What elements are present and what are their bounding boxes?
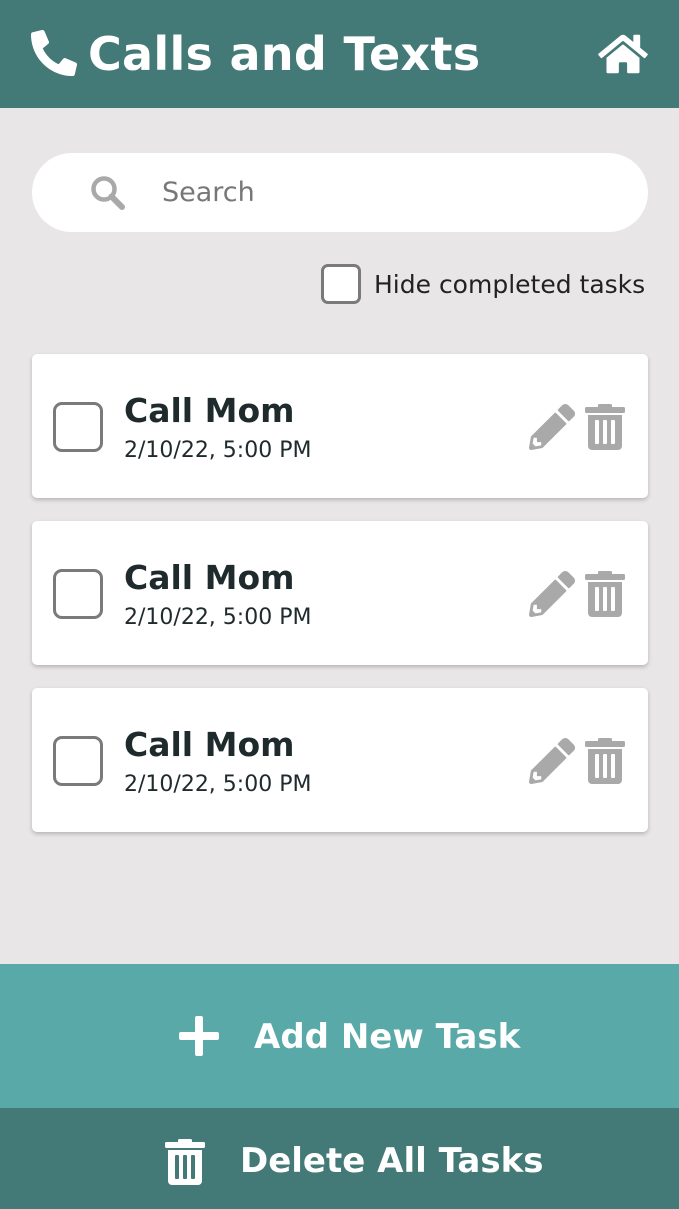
task-title: Call Mom xyxy=(124,725,295,764)
trash-icon[interactable] xyxy=(585,738,625,784)
trash-icon[interactable] xyxy=(585,404,625,450)
pencil-icon[interactable] xyxy=(529,404,575,450)
plus-icon xyxy=(179,1016,219,1056)
task-card: Call Mom 2/10/22, 5:00 PM xyxy=(32,354,648,498)
search-icon xyxy=(91,176,125,210)
add-new-task-button[interactable]: Add New Task xyxy=(0,964,679,1108)
task-complete-checkbox[interactable] xyxy=(53,569,103,619)
search-input[interactable] xyxy=(128,167,608,217)
delete-all-tasks-button[interactable]: Delete All Tasks xyxy=(0,1108,679,1209)
hide-completed-label: Hide completed tasks xyxy=(374,269,646,299)
search-bar xyxy=(32,153,648,232)
delete-all-tasks-label: Delete All Tasks xyxy=(240,1141,544,1181)
task-list: Call Mom 2/10/22, 5:00 PM Call Mom 2/10/… xyxy=(32,354,648,855)
add-new-task-label: Add New Task xyxy=(254,1017,521,1057)
page-title: Calls and Texts xyxy=(88,27,481,81)
task-complete-checkbox[interactable] xyxy=(53,402,103,452)
task-datetime: 2/10/22, 5:00 PM xyxy=(124,772,312,797)
task-card: Call Mom 2/10/22, 5:00 PM xyxy=(32,521,648,665)
home-icon[interactable] xyxy=(597,32,649,76)
trash-icon[interactable] xyxy=(585,571,625,617)
task-card: Call Mom 2/10/22, 5:00 PM xyxy=(32,688,648,832)
task-datetime: 2/10/22, 5:00 PM xyxy=(124,438,312,463)
task-complete-checkbox[interactable] xyxy=(53,736,103,786)
hide-completed-filter: Hide completed tasks xyxy=(321,264,645,304)
phone-icon xyxy=(31,30,77,76)
task-datetime: 2/10/22, 5:00 PM xyxy=(124,605,312,630)
hide-completed-checkbox[interactable] xyxy=(321,264,361,304)
task-title: Call Mom xyxy=(124,558,295,597)
trash-icon xyxy=(165,1139,205,1185)
pencil-icon[interactable] xyxy=(529,571,575,617)
app-header: Calls and Texts xyxy=(0,0,679,108)
pencil-icon[interactable] xyxy=(529,738,575,784)
task-title: Call Mom xyxy=(124,391,295,430)
